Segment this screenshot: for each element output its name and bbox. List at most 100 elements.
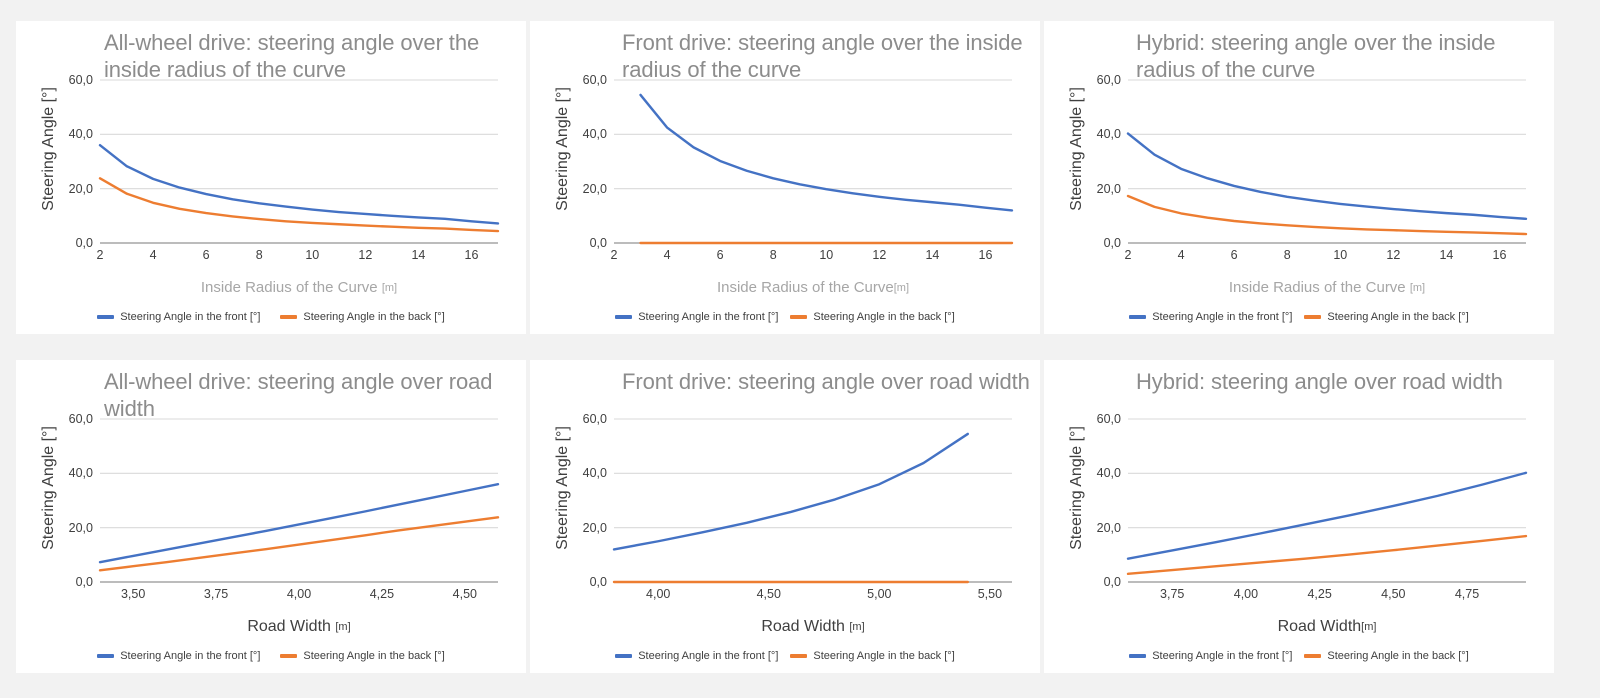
x-tick-label: 12 [1386,248,1401,262]
y-axis-label: Steering Angle [°] [554,86,571,211]
x-tick-label: 4,00 [1233,587,1259,601]
chart-legend: Steering Angle in the front [°] Steering … [16,311,526,323]
legend-item-back[interactable]: Steering Angle in the back [°] [1304,650,1469,662]
chart-card-front-width: Front drive: steering angle over road wi… [530,360,1040,673]
x-axis-label-text: Road Width [1277,618,1362,635]
y-tick-label: 40,0 [582,466,607,481]
x-tick-label: 3,75 [203,587,229,601]
x-tick-label: 2 [96,248,104,262]
legend-swatch-front-icon [97,654,115,658]
y-tick-label: 0,0 [1103,236,1121,250]
plot-area: 0,0 20,0 40,0 60,0 3,75 4,00 4,25 4,50 4,75 [1097,412,1526,601]
series-line-front [641,95,1012,210]
y-tick-label: 0,0 [75,575,93,589]
legend-label: Steering Angle in the back [°] [1327,311,1469,323]
x-axis-label: Road Width[m] [1128,618,1526,636]
plot-svg [100,80,498,243]
x-tick-label: 3,75 [1160,587,1185,601]
x-tick-label: 6 [1230,248,1238,262]
chart-title: Hybrid: steering angle over the inside r… [1136,30,1502,82]
x-tick-label: 5,00 [867,587,892,601]
y-tick-label: 20,0 [582,181,607,196]
x-axis-label: Inside Radius of the Curve[m] [614,279,1012,296]
y-tick-label: 60,0 [1096,73,1121,87]
legend-item-front[interactable]: Steering Angle in the front [°] [615,650,778,662]
legend-item-front[interactable]: Steering Angle in the front [°] [97,650,260,662]
x-tick-label: 6 [716,248,724,262]
y-tick-label: 40,0 [68,466,93,481]
x-axis-label-unit: [m] [1361,621,1377,633]
x-tick-label: 16 [464,248,479,262]
x-tick-label: 4,25 [1307,587,1332,601]
y-tick-label: 0,0 [589,575,607,589]
x-tick-label: 5,50 [977,587,1003,601]
x-tick-label: 4 [663,248,671,262]
y-axis-label: Steering Angle [°] [1068,86,1085,211]
x-tick-label: 4,50 [1381,587,1406,601]
legend-label: Steering Angle in the back [°] [303,650,445,662]
x-axis-label: Inside Radius of the Curve [m] [1128,279,1526,296]
legend-label: Steering Angle in the front [°] [120,650,261,662]
legend-swatch-front-icon [615,315,633,319]
x-tick-label: 8 [1283,248,1291,262]
x-axis-label-unit: [m] [335,621,351,633]
chart-card-awd-radius: All-wheel drive: steering angle over the… [16,21,526,334]
chart-card-hybrid-width: Hybrid: steering angle over road width St… [1044,360,1554,673]
chart-legend: Steering Angle in the front [°] Steering … [1044,650,1554,662]
legend-item-back[interactable]: Steering Angle in the back [°] [790,650,955,662]
legend-swatch-back-icon [280,315,298,319]
series-line-front [100,145,498,223]
x-tick-label: 10 [819,248,834,262]
chart-legend: Steering Angle in the front [°] Steering … [1044,311,1554,323]
x-tick-label: 4,00 [286,587,312,601]
x-axis-label-text: Inside Radius of the Curve [200,279,382,296]
x-tick-label: 14 [925,248,940,262]
plot-area: 0,0 20,0 40,0 60,0 3,50 3,75 4,00 4,25 4,50 [69,412,498,601]
x-axis-label-text: Inside Radius of the Curve [716,279,894,296]
y-axis-label: Steering Angle [°] [40,86,57,211]
y-tick-label: 20,0 [68,520,93,535]
x-tick-label: 3,50 [120,587,146,601]
chart-card-hybrid-radius: Hybrid: steering angle over the inside r… [1044,21,1554,334]
chart-title: Front drive: steering angle over the ins… [622,30,1029,82]
x-axis-label: Inside Radius of the Curve [m] [100,279,498,296]
legend-item-back[interactable]: Steering Angle in the back [°] [790,311,955,323]
x-axis-label: Road Width [m] [614,618,1012,636]
legend-swatch-back-icon [1304,315,1322,319]
legend-item-back[interactable]: Steering Angle in the back [°] [280,311,445,323]
y-axis-label: Steering Angle [°] [40,425,57,550]
x-tick-label: 4,25 [369,587,395,601]
x-tick-label: 8 [255,248,263,262]
x-tick-label: 8 [769,248,777,262]
x-tick-label: 4 [1177,248,1185,262]
chart-title: All-wheel drive: steering angle over roa… [104,369,499,421]
plot-svg [1128,80,1526,243]
x-axis-label: Road Width [m] [100,618,498,636]
legend-item-back[interactable]: Steering Angle in the back [°] [280,650,445,662]
x-axis-label-text: Inside Radius of the Curve [1228,279,1410,296]
plot-svg [614,419,1012,582]
x-tick-label: 4,50 [756,587,781,601]
legend-item-front[interactable]: Steering Angle in the front [°] [97,311,260,323]
y-tick-label: 0,0 [75,236,93,250]
y-tick-label: 40,0 [1096,127,1121,142]
y-axis-label: Steering Angle [°] [1068,425,1085,550]
series-line-back [100,178,498,231]
y-tick-label: 40,0 [1096,466,1121,481]
legend-item-front[interactable]: Steering Angle in the front [°] [1129,650,1292,662]
x-tick-label: 2 [1124,248,1132,262]
legend-item-back[interactable]: Steering Angle in the back [°] [1304,311,1469,323]
legend-label: Steering Angle in the front [°] [638,650,779,662]
chart-card-awd-width: All-wheel drive: steering angle over roa… [16,360,526,673]
plot-area: 0,0 20,0 40,0 60,0 2 4 6 8 10 12 14 16 [1097,73,1526,262]
legend-item-front[interactable]: Steering Angle in the front [°] [615,311,778,323]
legend-swatch-front-icon [615,654,633,658]
legend-label: Steering Angle in the back [°] [1327,650,1469,662]
legend-swatch-front-icon [1129,315,1147,319]
plot-svg [614,80,1012,243]
y-tick-label: 60,0 [68,412,93,426]
x-tick-label: 12 [872,248,887,262]
legend-item-front[interactable]: Steering Angle in the front [°] [1129,311,1292,323]
plot-svg [1128,419,1526,582]
x-tick-label: 14 [411,248,426,262]
